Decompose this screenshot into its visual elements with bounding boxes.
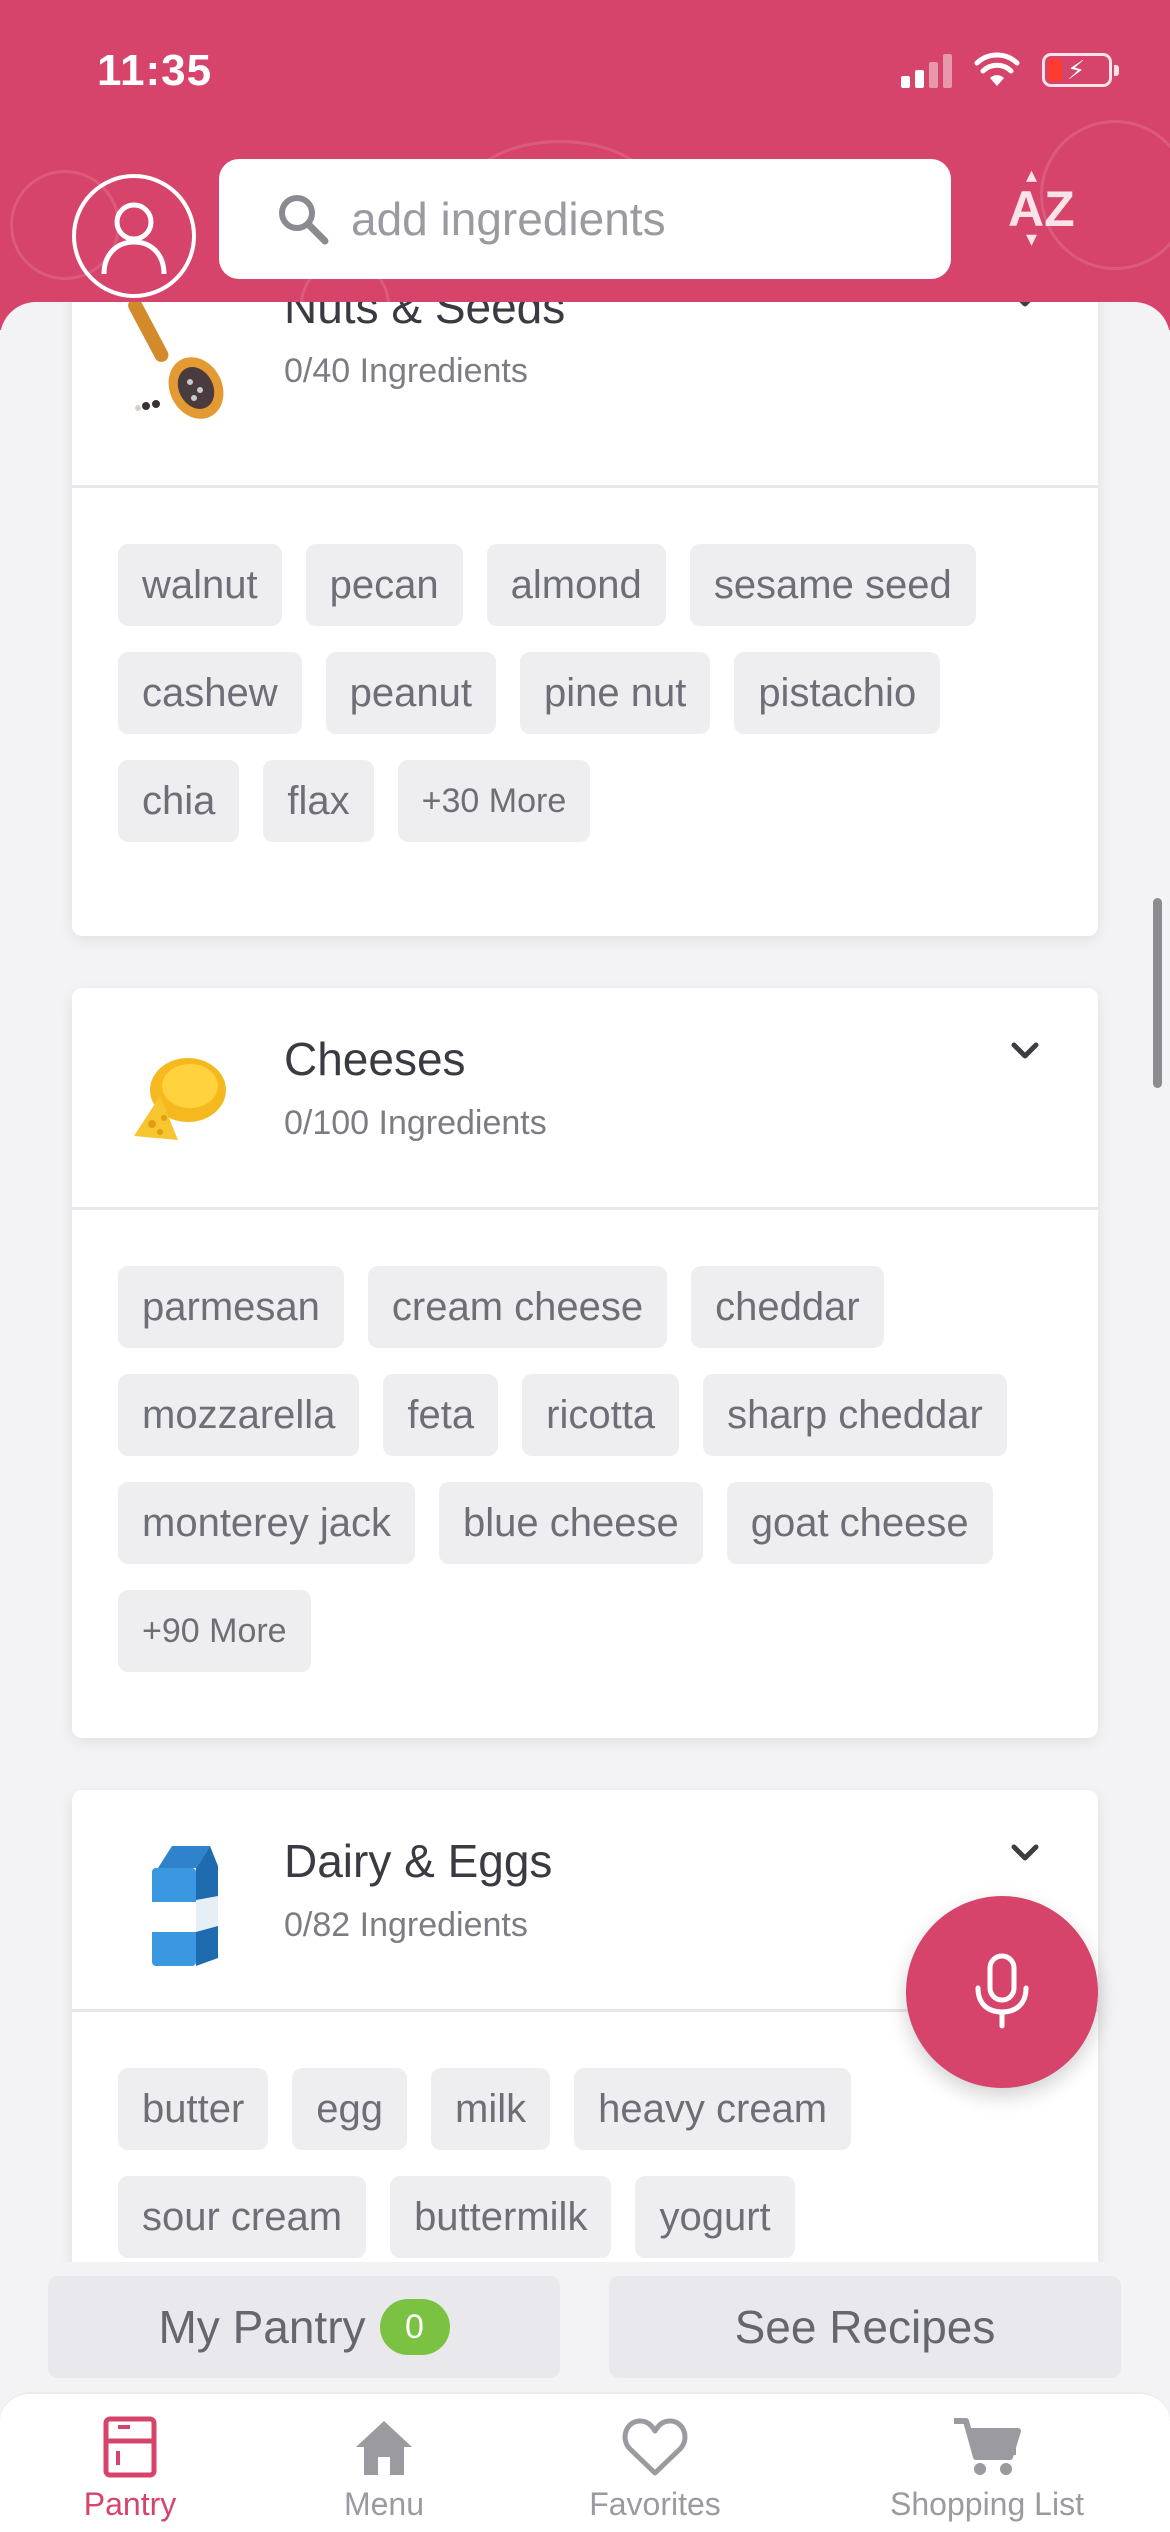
pantry-count-badge: 0 [379, 2299, 450, 2355]
ingredient-chip[interactable]: pine nut [519, 652, 711, 734]
ingredient-chip[interactable]: feta [383, 1374, 499, 1456]
voice-input-button[interactable] [906, 1896, 1098, 2088]
category-title: Dairy & Eggs [284, 1835, 553, 1887]
ingredient-chip[interactable]: buttermilk [390, 2176, 612, 2258]
pantry-icon [103, 2416, 157, 2478]
tab-menu[interactable]: Menu [314, 2412, 454, 2523]
sort-up-icon: ▴ [1026, 162, 1038, 187]
tab-pantry[interactable]: Pantry [60, 2412, 200, 2523]
microphone-icon [975, 1953, 1029, 2029]
cart-icon [954, 2418, 1021, 2475]
category-card-nuts-seeds: Nuts & Seeds 0/40 Ingredients walnut pec… [72, 302, 1098, 936]
search-icon [279, 195, 329, 245]
ingredient-chip[interactable]: sour cream [118, 2176, 367, 2258]
chevron-down-icon[interactable] [1008, 1034, 1042, 1068]
ingredient-chip[interactable]: cashew [118, 652, 302, 734]
cheese-wedge-icon [134, 1058, 226, 1140]
ingredient-chip[interactable]: blue cheese [438, 1482, 703, 1564]
chevron-down-icon[interactable] [1008, 302, 1042, 316]
chevron-down-icon[interactable] [1008, 1836, 1042, 1870]
ingredient-chip[interactable]: sesame seed [689, 544, 976, 626]
tab-label: Favorites [589, 2486, 721, 2522]
ingredient-chip[interactable]: sharp cheddar [703, 1374, 1007, 1456]
ingredient-chip[interactable]: peanut [325, 652, 496, 734]
search-input[interactable] [351, 192, 911, 246]
category-header[interactable]: Nuts & Seeds 0/40 Ingredients [72, 302, 1098, 488]
ingredient-chip[interactable]: butter [118, 2068, 269, 2150]
tab-favorites[interactable]: Favorites [570, 2412, 740, 2523]
ingredient-chip[interactable]: pistachio [734, 652, 941, 734]
wifi-icon [974, 52, 1020, 86]
tab-label: Pantry [83, 2486, 177, 2522]
status-icons: ⚡ [901, 52, 1119, 88]
wooden-spoon-seeds-icon [128, 302, 224, 419]
cellular-signal-icon [901, 52, 952, 88]
see-recipes-label: See Recipes [734, 2301, 996, 2353]
scrollbar[interactable] [1153, 898, 1162, 1088]
tab-label: Menu [343, 2486, 425, 2522]
search-bar[interactable] [219, 159, 951, 279]
bottom-tab-bar: Pantry Menu Favorites Shopping List [0, 2392, 1170, 2532]
ingredient-chip[interactable]: almond [486, 544, 666, 626]
user-icon [101, 202, 167, 275]
ingredient-chip[interactable]: parmesan [118, 1266, 344, 1348]
ingredient-chip[interactable]: monterey jack [118, 1482, 415, 1564]
ingredient-chip[interactable]: pecan [305, 544, 463, 626]
heart-icon [622, 2418, 688, 2476]
ingredient-chip[interactable]: milk [431, 2068, 551, 2150]
profile-button[interactable] [72, 174, 196, 298]
sort-label: AZ [1008, 181, 1075, 237]
battery-icon: ⚡ [1042, 53, 1119, 87]
category-title: Nuts & Seeds [284, 302, 566, 333]
sort-az-button[interactable]: ▴ AZ ▾ [1008, 162, 1075, 251]
tab-shopping-list[interactable]: Shopping List [872, 2412, 1102, 2523]
ingredient-chip[interactable]: chia [118, 760, 240, 842]
ingredient-chip[interactable]: heavy cream [574, 2068, 852, 2150]
category-count: 0/100 Ingredients [284, 1104, 547, 1142]
category-card-cheeses: Cheeses 0/100 Ingredients parmesan cream… [72, 988, 1098, 1738]
category-title: Cheeses [284, 1033, 466, 1085]
ingredient-chip[interactable]: egg [292, 2068, 408, 2150]
ingredient-chip[interactable]: ricotta [522, 1374, 680, 1456]
see-recipes-button[interactable]: See Recipes [609, 2276, 1121, 2378]
sort-down-icon: ▾ [1026, 226, 1038, 251]
action-bar: My Pantry 0 See Recipes [0, 2262, 1170, 2392]
milk-carton-icon [152, 1846, 218, 1966]
home-icon [356, 2421, 412, 2475]
ingredient-chip[interactable]: mozzarella [118, 1374, 360, 1456]
status-time: 11:35 [97, 46, 213, 95]
app-header: 11:35 ⚡ ▴ AZ ▾ [0, 0, 1170, 330]
ingredient-chip[interactable]: walnut [118, 544, 282, 626]
category-header[interactable]: Cheeses 0/100 Ingredients [72, 988, 1098, 1210]
more-ingredients-button[interactable]: +30 More [397, 760, 591, 842]
ingredient-chip[interactable]: cream cheese [367, 1266, 668, 1348]
ingredient-chip[interactable]: yogurt [635, 2176, 795, 2258]
ingredient-chip[interactable]: flax [263, 760, 374, 842]
my-pantry-button[interactable]: My Pantry 0 [48, 2276, 560, 2378]
my-pantry-label: My Pantry [158, 2301, 366, 2353]
ingredient-chip[interactable]: goat cheese [726, 1482, 993, 1564]
ingredient-chips: walnut pecan almond sesame seed cashew p… [72, 488, 1098, 842]
category-count: 0/40 Ingredients [284, 352, 528, 390]
more-ingredients-button[interactable]: +90 More [118, 1590, 311, 1672]
ingredient-chips: parmesan cream cheese cheddar mozzarella… [72, 1210, 1098, 1672]
tab-label: Shopping List [890, 2486, 1084, 2522]
ingredient-chip[interactable]: cheddar [691, 1266, 884, 1348]
category-count: 0/82 Ingredients [284, 1906, 528, 1944]
